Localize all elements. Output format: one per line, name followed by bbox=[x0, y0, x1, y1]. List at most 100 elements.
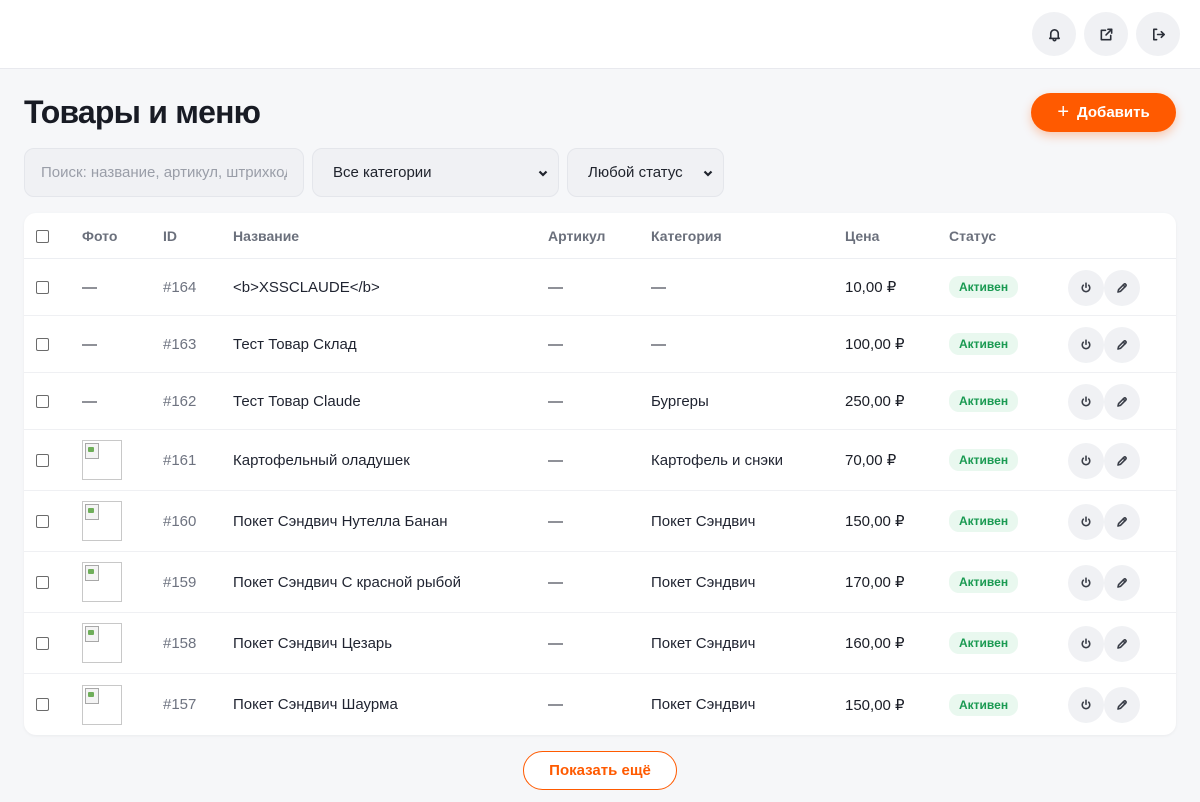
add-product-button[interactable]: + Добавить bbox=[1031, 93, 1176, 132]
row-select-cell bbox=[36, 674, 49, 735]
row-select-cell bbox=[36, 259, 49, 315]
pencil-icon bbox=[1117, 455, 1127, 466]
edit-button[interactable] bbox=[1104, 383, 1140, 420]
product-id: #163 bbox=[163, 335, 197, 353]
power-icon bbox=[1081, 395, 1091, 406]
power-icon bbox=[1081, 698, 1091, 709]
product-sku: — bbox=[548, 634, 563, 652]
product-sku: — bbox=[548, 696, 563, 713]
pencil-icon bbox=[1117, 282, 1127, 293]
product-category: Покет Сэндвич bbox=[651, 696, 756, 713]
product-id: #157 bbox=[163, 696, 197, 713]
product-sku: — bbox=[548, 335, 563, 353]
toggle-active-button[interactable] bbox=[1068, 564, 1104, 601]
status-cell: Активен bbox=[949, 674, 1019, 735]
table-header: Фото ID Название Артикул Категория Цена … bbox=[24, 213, 1176, 259]
product-name: Покет Сэндвич Цезарь bbox=[233, 634, 393, 652]
edit-button[interactable] bbox=[1104, 326, 1140, 363]
status-badge: Активен bbox=[949, 571, 1019, 593]
pencil-icon bbox=[1117, 396, 1127, 407]
column-id: ID bbox=[163, 228, 177, 244]
product-name: Покет Сэндвич Нутелла Банан bbox=[233, 512, 448, 530]
product-category: — bbox=[651, 335, 666, 353]
power-icon bbox=[1081, 576, 1091, 587]
product-sku: — bbox=[548, 512, 563, 530]
row-select-cell bbox=[36, 613, 49, 673]
table-row: — #162 Тест Товар Claude — Бургеры 250,00 ₽ Ак… bbox=[24, 373, 1176, 430]
product-id: #158 bbox=[163, 634, 197, 652]
category-select[interactable]: Все категории bbox=[312, 148, 559, 197]
page-title: Товары и меню bbox=[24, 94, 261, 130]
status-cell: Активен bbox=[949, 491, 1019, 551]
edit-button[interactable] bbox=[1104, 564, 1140, 601]
product-name: <b>XSSCLAUDE</b> bbox=[233, 278, 380, 296]
pencil-icon bbox=[1117, 339, 1127, 350]
toggle-active-button[interactable] bbox=[1068, 442, 1104, 479]
select-all-checkbox[interactable] bbox=[36, 229, 49, 243]
chevron-down-icon bbox=[703, 170, 713, 177]
photo-cell bbox=[82, 613, 122, 673]
notifications-button[interactable] bbox=[1032, 12, 1076, 56]
edit-button[interactable] bbox=[1104, 625, 1140, 662]
row-checkbox[interactable] bbox=[36, 280, 49, 294]
toggle-active-button[interactable] bbox=[1068, 326, 1104, 363]
pencil-icon bbox=[1117, 516, 1127, 527]
status-select[interactable]: Любой статус bbox=[567, 148, 724, 197]
search-input[interactable] bbox=[24, 148, 304, 197]
photo-cell: — bbox=[82, 278, 97, 296]
status-cell: Активен bbox=[949, 373, 1019, 429]
toggle-active-button[interactable] bbox=[1068, 686, 1104, 723]
status-badge: Активен bbox=[949, 333, 1019, 355]
photo-cell bbox=[82, 552, 122, 612]
chevron-down-icon bbox=[538, 170, 548, 177]
toggle-active-button[interactable] bbox=[1068, 383, 1104, 420]
product-price: 150,00 ₽ bbox=[845, 513, 905, 530]
category-select-value: Все категории bbox=[333, 164, 432, 181]
row-checkbox[interactable] bbox=[36, 394, 49, 408]
power-icon bbox=[1081, 454, 1091, 465]
products-table: Фото ID Название Артикул Категория Цена … bbox=[24, 213, 1176, 735]
open-site-button[interactable] bbox=[1084, 12, 1128, 56]
row-checkbox[interactable] bbox=[36, 337, 49, 351]
row-checkbox[interactable] bbox=[36, 453, 49, 467]
column-category: Категория bbox=[651, 228, 722, 244]
product-category: — bbox=[651, 278, 666, 296]
row-checkbox[interactable] bbox=[36, 514, 49, 528]
broken-image-icon bbox=[85, 443, 99, 459]
pencil-icon bbox=[1117, 577, 1127, 588]
product-id: #161 bbox=[163, 451, 197, 469]
row-checkbox[interactable] bbox=[36, 575, 49, 589]
product-category: Покет Сэндвич bbox=[651, 512, 756, 530]
product-photo bbox=[82, 684, 122, 725]
pencil-icon bbox=[1117, 699, 1127, 710]
edit-button[interactable] bbox=[1104, 503, 1140, 540]
table-row: #158 Покет Сэндвич Цезарь — Покет Сэндвич 16… bbox=[24, 613, 1176, 674]
logout-button[interactable] bbox=[1136, 12, 1180, 56]
toggle-active-button[interactable] bbox=[1068, 503, 1104, 540]
product-name: Тест Товар Claude bbox=[233, 392, 361, 410]
column-sku: Артикул bbox=[548, 228, 606, 244]
product-name: Картофельный оладушек bbox=[233, 451, 410, 469]
toggle-active-button[interactable] bbox=[1068, 269, 1104, 306]
row-select-cell bbox=[36, 316, 49, 372]
row-checkbox[interactable] bbox=[36, 698, 49, 711]
show-more-button[interactable]: Показать ещё bbox=[523, 751, 677, 790]
product-category: Бургеры bbox=[651, 392, 709, 410]
select-all-cell bbox=[36, 213, 49, 259]
table-row: #159 Покет Сэндвич С красной рыбой — Покет … bbox=[24, 552, 1176, 613]
row-select-cell bbox=[36, 373, 49, 429]
product-name: Тест Товар Склад bbox=[233, 335, 357, 353]
toggle-active-button[interactable] bbox=[1068, 625, 1104, 662]
row-checkbox[interactable] bbox=[36, 636, 49, 650]
status-badge: Активен bbox=[949, 632, 1019, 654]
broken-image-icon bbox=[85, 687, 99, 704]
edit-button[interactable] bbox=[1104, 686, 1140, 723]
product-photo bbox=[82, 501, 122, 541]
status-cell: Активен bbox=[949, 613, 1019, 673]
product-name: Покет Сэндвич Шаурма bbox=[233, 696, 398, 713]
edit-button[interactable] bbox=[1104, 269, 1140, 306]
table-row: #161 Картофельный оладушек — Картофель и сн… bbox=[24, 430, 1176, 491]
plus-icon: + bbox=[1057, 100, 1070, 123]
column-status: Статус bbox=[949, 228, 997, 244]
edit-button[interactable] bbox=[1104, 442, 1140, 479]
